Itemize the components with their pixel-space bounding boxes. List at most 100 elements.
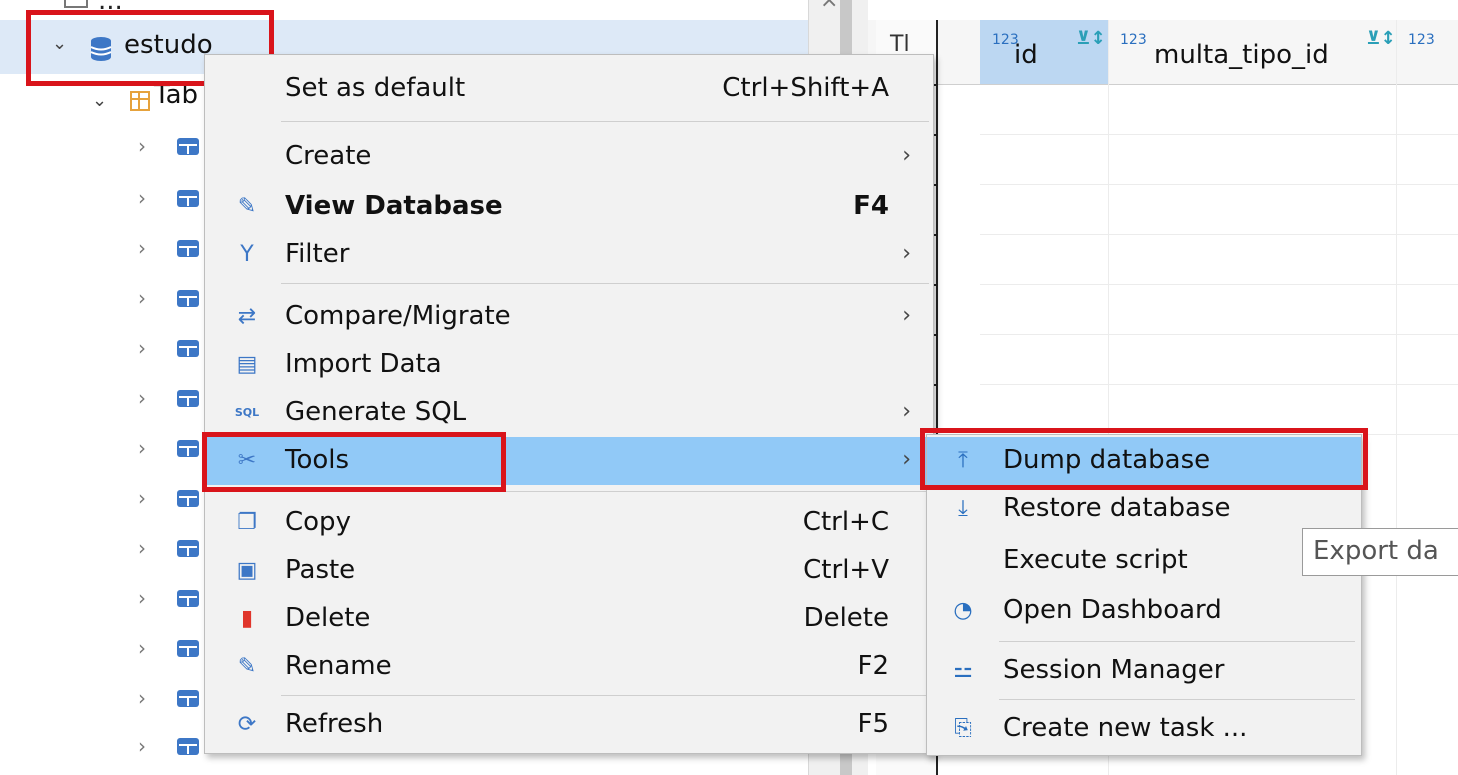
menu-item-filter[interactable]: Y Filter › [205,231,933,279]
grid-header: 123 id ⊻↕ 123 multa_tipo_id ⊻↕ 123 [868,20,1458,85]
table-icon [177,640,199,657]
chevron-right-icon[interactable]: › [138,286,146,310]
chevron-right-icon[interactable]: › [138,686,146,710]
menu-item-label: Open Dashboard [1003,595,1222,625]
submenu-arrow-icon: › [902,143,911,168]
sort-filter-icon[interactable]: ⊻↕ [1076,28,1106,49]
menu-item-label: Paste [285,555,356,585]
integer-type-badge: 123 [1408,32,1435,48]
menu-item-restore-database[interactable]: ⤓ Restore database [927,485,1361,535]
grid-row-line [980,384,1458,385]
chevron-right-icon[interactable]: › [138,486,146,510]
menu-item-rename[interactable]: ✎ Rename F2 [205,643,933,691]
submenu-arrow-icon: › [902,303,911,328]
chevron-right-icon[interactable]: › [138,336,146,360]
chevron-right-icon[interactable]: › [138,186,146,210]
grid-row-line [980,234,1458,235]
chevron-right-icon[interactable]: › [138,134,146,158]
menu-separator [999,641,1355,642]
rename-icon: ✎ [237,654,257,679]
chevron-right-icon[interactable]: › [138,436,146,460]
table-icon [177,340,199,357]
table-icon [177,190,199,207]
menu-item-create-new-task[interactable]: ⎘ Create new task ... [927,705,1361,755]
chevron-right-icon[interactable]: › [138,636,146,660]
menu-item-delete[interactable]: ▮ Delete Delete [205,595,933,643]
close-icon[interactable]: × [820,0,838,13]
delete-icon: ▮ [240,606,254,631]
table-icon [177,290,199,307]
grid-row-line [980,134,1458,135]
menu-item-compare-migrate[interactable]: ⇄ Compare/Migrate › [205,293,933,341]
sort-filter-icon[interactable]: ⊻↕ [1366,28,1396,49]
menu-item-label: Session Manager [1003,655,1225,685]
table-icon [177,390,199,407]
session-icon: ⚍ [953,658,973,683]
menu-item-execute-script[interactable]: Execute script [927,537,1361,587]
column-name-multa-tipo-id[interactable]: multa_tipo_id [1154,40,1329,70]
callout-tools [202,432,506,492]
filter-icon: Y [240,242,254,267]
menu-separator [281,283,929,284]
tables-folder-icon [130,91,150,111]
menu-item-label: Import Data [285,349,442,379]
chevron-right-icon[interactable]: › [138,536,146,560]
submenu-arrow-icon: › [902,447,911,472]
menu-item-label: Filter [285,239,350,269]
menu-item-label: Restore database [1003,493,1231,523]
compare-icon: ⇄ [237,304,257,329]
table-icon [177,138,199,155]
menu-item-paste[interactable]: ▣ Paste Ctrl+V [205,547,933,595]
menu-item-label: Copy [285,507,351,537]
submenu-arrow-icon: › [902,241,911,266]
menu-item-copy[interactable]: ❐ Copy Ctrl+C [205,499,933,547]
sql-icon: SQL [234,406,260,419]
menu-item-set-as-default[interactable]: Set as default Ctrl+Shift+A [205,65,933,113]
chevron-right-icon[interactable]: › [138,734,146,758]
grid-row-line [980,334,1458,335]
menu-item-view-database[interactable]: ✎ View Database F4 [205,183,933,231]
menu-item-session-manager[interactable]: ⚍ Session Manager [927,647,1361,697]
submenu-arrow-icon: › [902,399,911,424]
integer-type-badge: 123 [1120,32,1147,48]
pencil-icon: ✎ [237,194,257,219]
menu-item-shortcut: F4 [853,191,889,221]
grid-row-line [980,184,1458,185]
menu-item-label: Generate SQL [285,397,467,427]
table-icon [177,240,199,257]
tooltip-text: Export da [1313,536,1439,566]
dashboard-icon: ◔ [953,598,973,623]
connection-icon [64,0,88,8]
menu-item-create[interactable]: Create › [205,133,933,181]
copy-icon: ❐ [237,510,257,535]
menu-item-import-data[interactable]: ▤ Import Data [205,341,933,389]
menu-item-open-dashboard[interactable]: ◔ Open Dashboard [927,587,1361,637]
menu-item-label: View Database [285,191,503,221]
menu-item-shortcut: F5 [857,709,890,739]
chevron-right-icon[interactable]: › [138,386,146,410]
context-menu: Set as default Ctrl+Shift+A Create › ✎ V… [204,54,934,754]
column-name-id[interactable]: id [1014,40,1038,70]
menu-item-shortcut: F2 [857,651,890,681]
grid-row-line [980,284,1458,285]
chevron-down-icon[interactable]: ⌄ [92,90,107,111]
chevron-right-icon[interactable]: › [138,236,146,260]
tooltip: Export da [1302,528,1458,576]
menu-item-shortcut: Ctrl+V [803,555,889,585]
menu-item-label: Create [285,141,372,171]
menu-item-label: Create new task ... [1003,713,1248,743]
menu-item-refresh[interactable]: ⟳ Refresh F5 [205,701,933,749]
menu-item-label: Delete [285,603,371,633]
menu-item-shortcut: Ctrl+Shift+A [722,73,889,103]
table-icon [177,738,199,755]
menu-separator [999,699,1355,700]
table-icon [177,540,199,557]
menu-separator [281,695,929,696]
table-icon [177,490,199,507]
menu-separator [281,121,929,122]
table-icon [177,440,199,457]
import-icon: ▤ [236,352,258,377]
menu-item-generate-sql[interactable]: SQL Generate SQL › [205,389,933,437]
refresh-icon: ⟳ [237,712,257,737]
chevron-right-icon[interactable]: › [138,586,146,610]
